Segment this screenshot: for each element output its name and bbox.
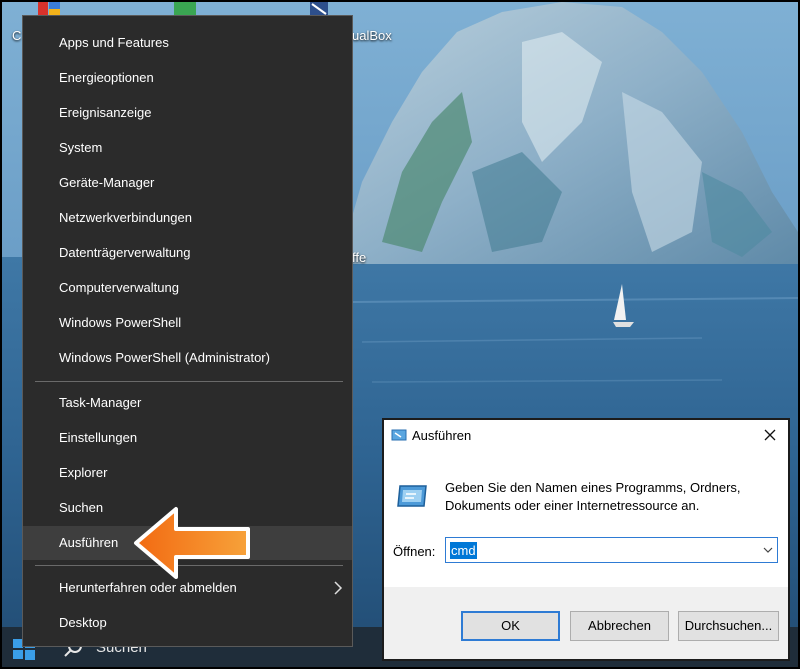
dialog-description: Geben Sie den Namen eines Programms, Ord… [445,480,741,513]
menu-item-device-manager[interactable]: Geräte-Manager [23,166,352,200]
chevron-right-icon [334,581,343,595]
menu-item-label: Energieoptionen [59,70,154,85]
run-program-icon [397,485,427,507]
dialog-title: Ausführen [412,428,472,443]
run-command-value[interactable]: cmd [450,542,477,559]
menu-item-label: Task-Manager [59,395,142,410]
ok-button[interactable]: OK [461,611,560,641]
browse-button[interactable]: Durchsuchen... [678,611,779,641]
run-icon [391,429,407,441]
chevron-down-icon[interactable] [763,545,773,555]
menu-item-powershell-admin[interactable]: Windows PowerShell (Administrator) [23,341,352,375]
menu-item-label: Einstellungen [59,430,138,445]
screenshot-frame: C ualBox ffe Suchen Apps und Features En… [2,2,798,667]
menu-item-label: Geräte-Manager [59,175,155,190]
menu-separator [35,381,343,382]
desktop-icon-label: ffe [352,250,367,265]
menu-item-settings[interactable]: Einstellungen [23,421,352,455]
menu-item-desktop[interactable]: Desktop [23,606,352,640]
menu-item-event-viewer[interactable]: Ereignisanzeige [23,96,352,130]
menu-item-label: Ereignisanzeige [59,105,152,120]
menu-item-label: Herunterfahren oder abmelden [59,580,237,595]
desktop-icon-label: ualBox [352,28,392,43]
menu-item-disk-management[interactable]: Datenträgerverwaltung [23,236,352,270]
virtualbox-icon[interactable] [308,2,330,16]
menu-item-label: Suchen [59,500,104,515]
menu-item-label: Explorer [59,465,108,480]
annotation-arrow-icon [134,507,250,579]
menu-item-label: System [59,140,103,155]
run-dialog: Ausführen Geben Sie den Namen eines Prog… [382,418,790,661]
menu-item-apps-features[interactable]: Apps und Features [23,26,352,60]
menu-item-label: Desktop [59,615,107,630]
cancel-button[interactable]: Abbrechen [570,611,669,641]
dialog-titlebar[interactable]: Ausführen [384,420,788,450]
close-icon[interactable] [760,425,780,445]
menu-item-label: Ausführen [59,535,119,550]
desktop-app-icon[interactable] [174,2,196,16]
run-command-input[interactable]: cmd [445,537,778,563]
menu-item-task-manager[interactable]: Task-Manager [23,386,352,420]
menu-item-powershell[interactable]: Windows PowerShell [23,306,352,340]
menu-item-label: Computerverwaltung [59,280,179,295]
open-label: Öffnen: [393,544,436,559]
menu-item-label: Netzwerkverbindungen [59,210,192,225]
desktop-icon-label: C [12,28,22,43]
desktop-app-icon[interactable] [38,2,60,16]
menu-item-label: Windows PowerShell (Administrator) [59,350,270,365]
menu-item-power-options[interactable]: Energieoptionen [23,61,352,95]
menu-item-label: Apps und Features [59,35,169,50]
menu-item-computer-management[interactable]: Computerverwaltung [23,271,352,305]
menu-item-label: Windows PowerShell [59,315,182,330]
menu-item-label: Datenträgerverwaltung [59,245,191,260]
menu-item-network-connections[interactable]: Netzwerkverbindungen [23,201,352,235]
menu-item-system[interactable]: System [23,131,352,165]
menu-item-explorer[interactable]: Explorer [23,456,352,490]
